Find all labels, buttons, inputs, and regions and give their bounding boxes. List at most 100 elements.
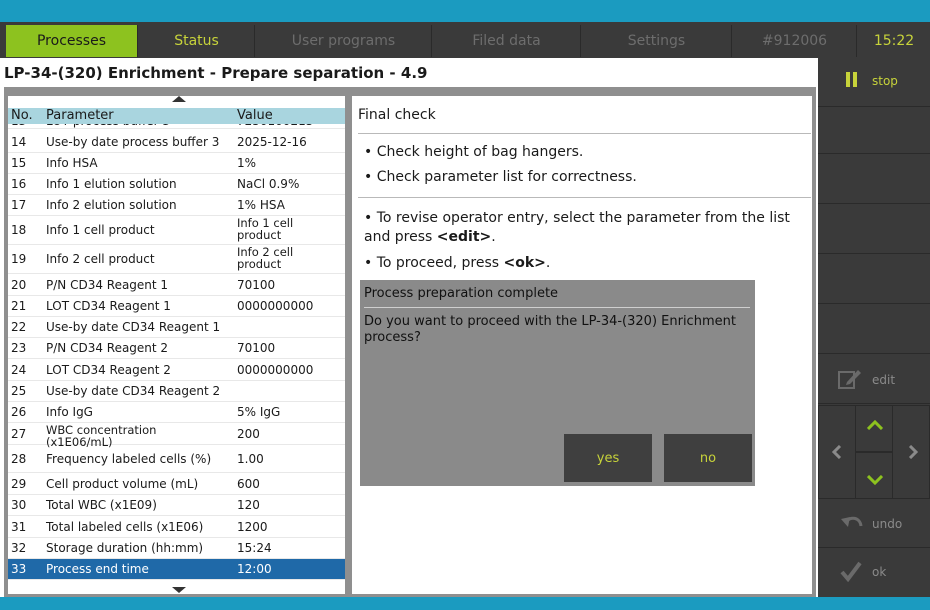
row-value: Info 2 cell product (237, 246, 293, 270)
key-edit: <edit> (436, 229, 492, 245)
down-arrow-button[interactable] (855, 452, 893, 499)
row-parameter: LOT CD34 Reagent 2 (46, 363, 171, 377)
up-arrow-button[interactable] (855, 405, 893, 452)
edit-button[interactable]: edit (818, 357, 930, 404)
table-row[interactable]: 18 Info 1 cell product Info 1 cell product (8, 216, 345, 245)
table-row[interactable]: 29 Cell product volume (mL) 600 (8, 473, 345, 495)
row-value: 0000000000 (237, 299, 314, 313)
table-row[interactable]: 26 Info IgG 5% IgG (8, 402, 345, 423)
row-no: 21 (11, 299, 27, 313)
row-no: 19 (11, 252, 27, 266)
parameter-list[interactable]: 13 LOT process buffer 3 7250100215 No. P… (8, 96, 345, 594)
empty-button-4[interactable] (818, 257, 930, 304)
row-value: Info 1 cell product (237, 217, 293, 241)
header-parameter: Parameter (46, 108, 114, 123)
row-value: 15:24 (237, 541, 272, 555)
tab-filed-data[interactable]: Filed data (433, 25, 581, 57)
checkmark-icon (840, 561, 862, 582)
right-arrow-button[interactable] (892, 405, 930, 499)
bullet-item: • Check parameter list for correctness. (364, 169, 637, 185)
table-row[interactable]: 25 Use-by date CD34 Reagent 2 (8, 381, 345, 402)
row-no: 32 (11, 541, 27, 555)
bullet-item: • To revise operator entry, select the p… (364, 209, 809, 247)
row-parameter: Frequency labeled cells (%) (46, 452, 212, 466)
tab-status[interactable]: Status (139, 25, 255, 57)
table-row[interactable]: 28 Frequency labeled cells (%) 1.00 (8, 445, 345, 473)
edit-label: edit (872, 373, 896, 387)
scroll-up-icon[interactable] (172, 96, 186, 102)
row-parameter: Info IgG (46, 405, 93, 419)
dialog-divider (364, 307, 750, 308)
table-row[interactable]: 23 P/N CD34 Reagent 2 70100 (8, 338, 345, 359)
row-no: 28 (11, 452, 27, 466)
row-no: 14 (11, 135, 27, 149)
row-value: 1200 (237, 520, 268, 534)
pause-icon (846, 72, 860, 90)
list-header: No. Parameter Value (8, 108, 345, 124)
row-parameter: Info HSA (46, 156, 98, 170)
table-row[interactable]: 31 Total labeled cells (x1E06) 1200 (8, 516, 345, 538)
chevron-left-icon (832, 445, 842, 459)
row-parameter: Use-by date CD34 Reagent 2 (46, 384, 221, 398)
divider (358, 197, 811, 198)
table-row[interactable]: 24 LOT CD34 Reagent 2 0000000000 (8, 359, 345, 381)
table-row[interactable]: 32 Storage duration (hh:mm) 15:24 (8, 538, 345, 559)
table-row[interactable]: 17 Info 2 elution solution 1% HSA (8, 195, 345, 216)
row-no: 23 (11, 341, 27, 355)
device-id: #912006 (733, 25, 857, 57)
header-no: No. (11, 108, 33, 123)
empty-button-1[interactable] (818, 107, 930, 154)
row-parameter: Use-by date CD34 Reagent 1 (46, 320, 221, 334)
row-no: 30 (11, 498, 27, 512)
bullet-text: . (545, 255, 551, 271)
key-ok: <ok> (503, 255, 546, 271)
table-row[interactable]: 19 Info 2 cell product Info 2 cell product (8, 245, 345, 274)
table-row[interactable]: 22 Use-by date CD34 Reagent 1 (8, 317, 345, 338)
table-row[interactable]: 33 Process end time 12:00 (8, 559, 345, 580)
left-arrow-button[interactable] (818, 405, 856, 499)
table-row[interactable]: 16 Info 1 elution solution NaCl 0.9% (8, 174, 345, 195)
table-row[interactable]: 30 Total WBC (x1E09) 120 (8, 495, 345, 516)
empty-button-2[interactable] (818, 157, 930, 204)
bullet-item: • Check height of bag hangers. (364, 144, 584, 160)
top-accent-bar (0, 0, 930, 22)
row-no: 26 (11, 405, 27, 419)
scroll-down-icon[interactable] (172, 587, 186, 593)
cell-line: product (237, 228, 282, 242)
undo-label: undo (872, 517, 903, 531)
header-value: Value (237, 108, 273, 123)
dialog-message: Do you want to proceed with the LP-34-(3… (364, 314, 736, 345)
empty-button-5[interactable] (818, 307, 930, 354)
tab-processes[interactable]: Processes (6, 25, 138, 57)
row-no: 29 (11, 477, 27, 491)
row-no: 16 (11, 177, 27, 191)
yes-button[interactable]: yes (564, 434, 652, 482)
row-value: 5% IgG (237, 405, 281, 419)
row-parameter: Process end time (46, 562, 149, 576)
table-row[interactable]: 20 P/N CD34 Reagent 1 70100 (8, 274, 345, 296)
panel-heading: Final check (358, 107, 436, 123)
no-button[interactable]: no (664, 434, 752, 482)
stop-button[interactable]: stop (818, 58, 930, 107)
divider (358, 133, 811, 134)
bullet-text: . (491, 229, 496, 245)
row-no: 27 (11, 427, 27, 441)
row-parameter: P/N CD34 Reagent 2 (46, 341, 169, 355)
tab-user-programs[interactable]: User programs (256, 25, 432, 57)
chevron-down-icon (867, 475, 883, 485)
tab-settings[interactable]: Settings (582, 25, 732, 57)
main-nav: Processes Status User programs Filed dat… (0, 22, 930, 58)
table-row[interactable]: 15 Info HSA 1% (8, 153, 345, 174)
empty-button-3[interactable] (818, 207, 930, 254)
row-value: 600 (237, 477, 260, 491)
row-no: 17 (11, 198, 27, 212)
undo-button[interactable]: undo (818, 501, 930, 548)
table-row[interactable]: 21 LOT CD34 Reagent 1 0000000000 (8, 296, 345, 317)
row-value: NaCl 0.9% (237, 177, 300, 191)
confirm-dialog: Process preparation complete Do you want… (360, 280, 755, 486)
row-value: 1.00 (237, 452, 264, 466)
table-row[interactable]: 27 WBC concentration (x1E06/mL) 200 (8, 423, 345, 448)
table-row[interactable]: 14 Use-by date process buffer 3 2025-12-16 (8, 132, 345, 153)
bullet-text: • To proceed, press (364, 255, 504, 271)
ok-button[interactable]: ok (818, 549, 930, 597)
